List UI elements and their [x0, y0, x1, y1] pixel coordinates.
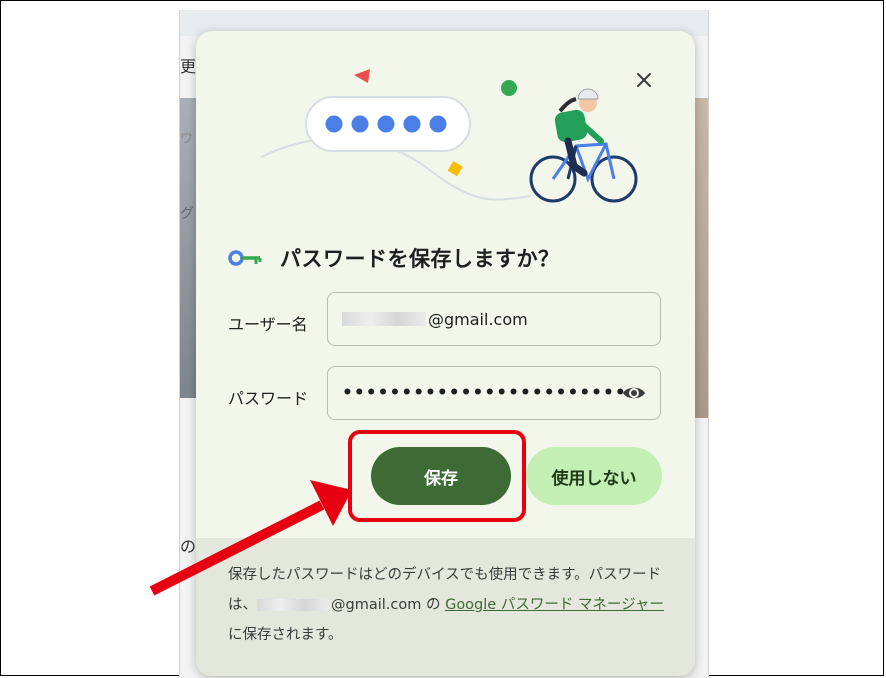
annotation-arrow — [149, 480, 352, 596]
